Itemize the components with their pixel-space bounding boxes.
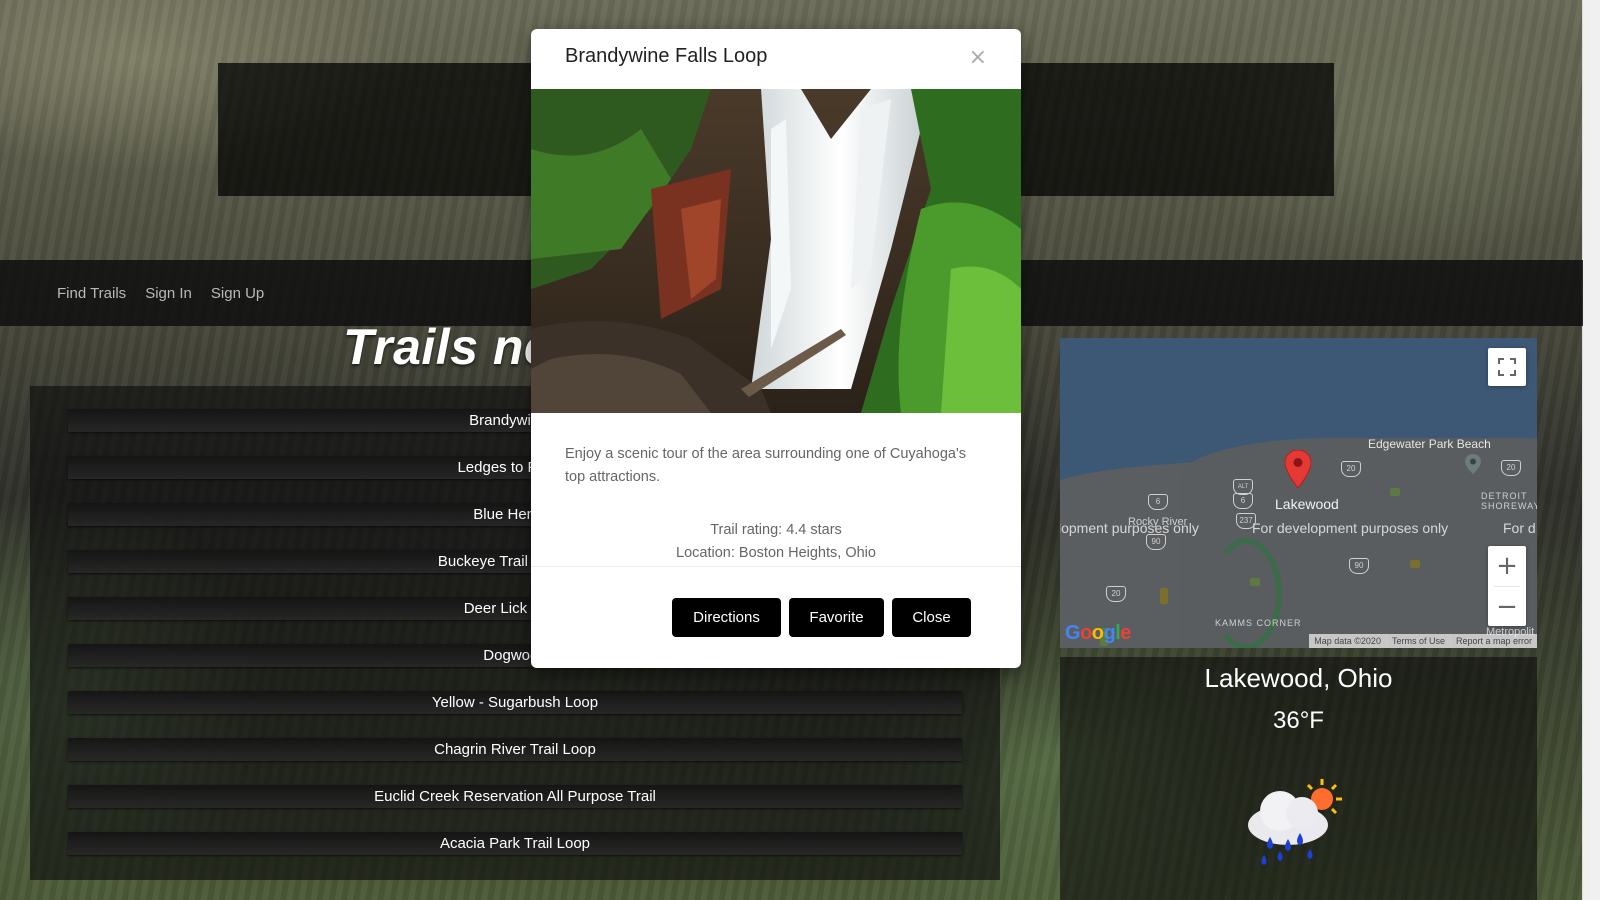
- map-dev-watermark: lopment purposes only: [1060, 520, 1199, 536]
- rain-sun-cloud-icon: [1248, 779, 1342, 865]
- fullscreen-button[interactable]: [1488, 348, 1526, 386]
- page-scrollbar[interactable]: [1582, 0, 1600, 900]
- map-park: [1390, 488, 1400, 496]
- road-shield: 20: [1106, 586, 1126, 602]
- zoom-in-button[interactable]: +: [1488, 546, 1526, 586]
- map-label-detroit-shoreway: DETROIT SHOREWAY: [1481, 491, 1537, 511]
- map-dev-watermark: For development purposes only: [1252, 520, 1449, 536]
- road-shield: 20: [1341, 461, 1361, 477]
- modal-footer-divider: [531, 566, 1021, 567]
- nav-find-trails[interactable]: Find Trails: [57, 285, 126, 302]
- road-shield: 6: [1233, 493, 1253, 509]
- map-label-edgewater: Edgewater Park Beach: [1368, 437, 1491, 451]
- map-data-credit: Map data ©2020: [1314, 636, 1381, 646]
- road-shield: 90: [1146, 534, 1166, 550]
- map-label-lakewood: Lakewood: [1275, 496, 1339, 512]
- trail-item[interactable]: Yellow - Sugarbush Loop: [68, 691, 962, 714]
- trail-detail-modal: Brandywine Falls Loop × Enjoy a scenic t…: [531, 29, 1021, 668]
- map-river: [1210, 538, 1282, 648]
- modal-header: Brandywine Falls Loop ×: [531, 29, 1021, 90]
- weather-temperature: 36°F: [1273, 707, 1324, 734]
- map-park: [1160, 588, 1168, 604]
- map-label-shoreway: SHOREWAY: [1481, 501, 1537, 511]
- map-zoom-control: + −: [1488, 546, 1526, 626]
- map-label-detroit: DETROIT: [1481, 491, 1528, 501]
- road-shield: 237: [1236, 513, 1256, 529]
- trail-location: Location: Boston Heights, Ohio: [676, 545, 876, 561]
- directions-button[interactable]: Directions: [672, 598, 781, 637]
- weather-widget: Lakewood, Ohio 36°F: [1060, 657, 1537, 900]
- page-heading: Trails ne: [343, 319, 553, 375]
- close-icon[interactable]: ×: [969, 45, 987, 71]
- map-dev-watermark: For d: [1503, 520, 1536, 536]
- terms-of-use-link[interactable]: Terms of Use: [1385, 634, 1450, 648]
- weather-city: Lakewood, Ohio: [1204, 663, 1393, 693]
- favorite-button[interactable]: Favorite: [789, 598, 884, 637]
- map-park: [1410, 560, 1420, 568]
- nav-sign-up[interactable]: Sign Up: [211, 285, 264, 302]
- road-shield: ALT: [1233, 479, 1253, 495]
- road-shield: 20: [1501, 460, 1521, 476]
- road-shield: 90: [1349, 558, 1369, 574]
- waterfall-photo: [531, 89, 1021, 413]
- trail-item[interactable]: Acacia Park Trail Loop: [68, 832, 962, 855]
- close-button[interactable]: Close: [892, 598, 971, 637]
- trail-rating: Trail rating: 4.4 stars: [710, 522, 842, 538]
- zoom-out-button[interactable]: −: [1488, 587, 1526, 627]
- poi-marker-icon[interactable]: [1465, 454, 1481, 474]
- nav-sign-in[interactable]: Sign In: [145, 285, 192, 302]
- trail-item[interactable]: Chagrin River Trail Loop: [68, 738, 962, 761]
- trail-description: Enjoy a scenic tour of the area surround…: [565, 446, 966, 485]
- map-park: [1250, 578, 1260, 586]
- map-attribution: Map data ©2020 Terms of Use Report a map…: [1309, 634, 1537, 648]
- google-logo[interactable]: Google: [1065, 622, 1131, 645]
- modal-title: Brandywine Falls Loop: [565, 45, 768, 67]
- map-widget[interactable]: Edgewater Park Beach Lakewood Rocky Rive…: [1060, 338, 1537, 648]
- report-map-error-link[interactable]: Report a map error: [1449, 634, 1537, 648]
- fullscreen-icon: [1498, 358, 1516, 376]
- location-pin-icon[interactable]: [1285, 450, 1311, 488]
- road-shield: 6: [1148, 494, 1168, 510]
- trail-item[interactable]: Euclid Creek Reservation All Purpose Tra…: [68, 785, 962, 808]
- map-label-kamms-corner: KAMMS CORNER: [1215, 618, 1302, 628]
